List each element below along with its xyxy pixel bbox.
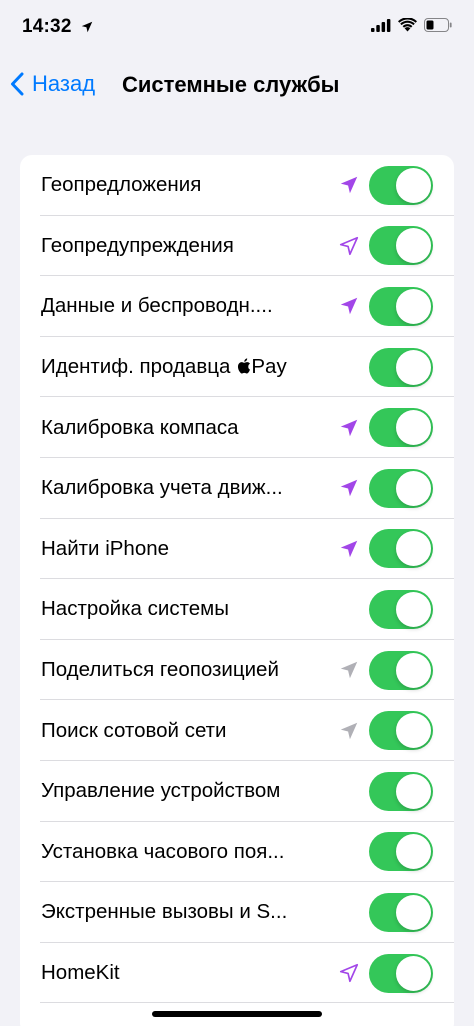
toggle-knob bbox=[396, 167, 431, 203]
service-label-text: Поделиться геопозицией bbox=[41, 658, 279, 682]
service-label: Калибровка компаса bbox=[41, 416, 239, 440]
service-label-text: Экстренные вызовы и S... bbox=[41, 900, 288, 924]
service-toggle[interactable] bbox=[369, 165, 433, 205]
service-toggle[interactable] bbox=[369, 286, 433, 326]
toggle-knob bbox=[396, 834, 431, 870]
service-toggle[interactable] bbox=[369, 953, 433, 993]
service-label: Экстренные вызовы и S... bbox=[41, 900, 287, 924]
service-toggle[interactable] bbox=[369, 408, 433, 448]
service-row: Поделиться геопозицией bbox=[20, 640, 454, 701]
cellular-signal-icon bbox=[371, 18, 391, 32]
back-button-label: Назад bbox=[32, 71, 96, 96]
service-toggle[interactable] bbox=[369, 589, 433, 629]
service-label-text: Настройка системы bbox=[41, 597, 229, 621]
service-label: HomeKit bbox=[41, 961, 120, 985]
toggle-knob bbox=[396, 652, 431, 688]
toggle-knob bbox=[396, 955, 431, 991]
location-arrow-outline-icon bbox=[339, 963, 359, 983]
service-row: Управление устройством bbox=[20, 761, 454, 822]
service-label: Калибровка учета движ... bbox=[41, 476, 283, 500]
service-row: Найти iPhone bbox=[20, 519, 454, 580]
toggle-knob bbox=[396, 410, 431, 446]
location-arrow-outline-icon bbox=[339, 236, 359, 255]
service-row: Данные и беспроводн.... bbox=[20, 276, 454, 337]
service-toggle[interactable] bbox=[369, 226, 433, 266]
toggle-knob bbox=[396, 713, 431, 749]
location-arrow-icon bbox=[81, 21, 93, 33]
service-row: Идентиф. продавца Pay bbox=[20, 337, 454, 398]
service-label-text: Калибровка учета движ... bbox=[41, 476, 283, 500]
service-label: Управление устройством bbox=[41, 779, 280, 803]
toggle-knob bbox=[396, 591, 431, 627]
service-label-text: Управление устройством bbox=[41, 779, 281, 803]
location-arrow-filled-icon bbox=[340, 722, 358, 739]
service-label-text: Поиск сотовой сети bbox=[41, 718, 227, 742]
service-row: Поиск сотовой сети bbox=[20, 700, 454, 761]
status-indicators bbox=[371, 18, 452, 32]
service-label-text: Калибровка компаса bbox=[41, 415, 239, 439]
service-toggle[interactable] bbox=[369, 771, 433, 811]
service-label-text: Данные и беспроводн.... bbox=[41, 294, 273, 318]
toggle-knob bbox=[396, 288, 431, 324]
home-indicator[interactable] bbox=[152, 1011, 322, 1017]
service-label: Геопредложения bbox=[41, 173, 201, 197]
service-row: Экстренные вызовы и S... bbox=[20, 882, 454, 943]
location-arrow-filled-icon bbox=[340, 480, 358, 497]
service-label-text: Идентиф. продавца bbox=[41, 355, 231, 379]
service-row: Калибровка компаса bbox=[20, 397, 454, 458]
back-button[interactable]: Назад bbox=[10, 66, 95, 102]
chevron-left-icon bbox=[11, 72, 24, 96]
screen: 14:32 Назад Системные службы Геопредложе… bbox=[0, 0, 474, 1026]
service-row: Геопредупреждения bbox=[20, 216, 454, 277]
toggle-knob bbox=[396, 531, 431, 567]
toggle-knob bbox=[396, 470, 431, 506]
service-row: Геопредложения bbox=[20, 155, 454, 216]
service-label-text: Установка часового поя... bbox=[41, 839, 285, 863]
toggle-knob bbox=[396, 349, 431, 385]
location-arrow-filled-icon bbox=[340, 419, 358, 436]
page-title: Системные службы bbox=[122, 72, 340, 97]
system-services-list: Геопредложения Геопредупреждения Данные и … bbox=[20, 155, 454, 1026]
service-toggle[interactable] bbox=[369, 892, 433, 932]
service-toggle[interactable] bbox=[369, 711, 433, 751]
status-bar: 14:32 bbox=[0, 0, 474, 58]
service-toggle[interactable] bbox=[369, 468, 433, 508]
service-label: Найти iPhone bbox=[41, 537, 169, 561]
toggle-knob bbox=[396, 773, 431, 809]
service-toggle[interactable] bbox=[369, 832, 433, 872]
service-label: Данные и беспроводн.... bbox=[41, 294, 273, 318]
location-arrow-filled-icon bbox=[340, 540, 358, 558]
service-label: Геопредупреждения bbox=[41, 234, 234, 258]
location-arrow-filled-icon bbox=[340, 298, 358, 315]
service-label: Настройка системы bbox=[41, 597, 229, 621]
service-label-text: Найти iPhone bbox=[41, 536, 170, 560]
service-row: HomeKit bbox=[20, 943, 454, 1004]
service-label-suffix: Pay bbox=[251, 355, 287, 379]
location-arrow-filled-icon bbox=[340, 661, 358, 679]
toggle-knob bbox=[396, 894, 431, 930]
service-label: Идентиф. продавца Pay bbox=[41, 355, 287, 379]
apple-logo-icon bbox=[238, 358, 251, 374]
service-label: Поделиться геопозицией bbox=[41, 658, 279, 682]
status-time: 14:32 bbox=[22, 16, 72, 37]
navigation-bar: Назад Системные службы bbox=[0, 58, 474, 110]
service-label-text: Геопредложения bbox=[41, 173, 202, 197]
service-toggle[interactable] bbox=[369, 529, 433, 569]
service-label-text: HomeKit bbox=[41, 961, 120, 985]
wifi-icon bbox=[398, 18, 417, 32]
service-toggle[interactable] bbox=[369, 650, 433, 690]
service-label: Установка часового поя... bbox=[41, 840, 284, 864]
service-label: Поиск сотовой сети bbox=[41, 719, 227, 743]
toggle-knob bbox=[396, 228, 431, 264]
service-toggle[interactable] bbox=[369, 347, 433, 387]
location-arrow-filled-icon bbox=[340, 177, 358, 194]
service-row: Настройка системы bbox=[20, 579, 454, 640]
battery-icon bbox=[424, 18, 452, 32]
service-row: Установка часового поя... bbox=[20, 822, 454, 883]
service-label-text: Геопредупреждения bbox=[41, 233, 234, 257]
service-row: Калибровка учета движ... bbox=[20, 458, 454, 519]
